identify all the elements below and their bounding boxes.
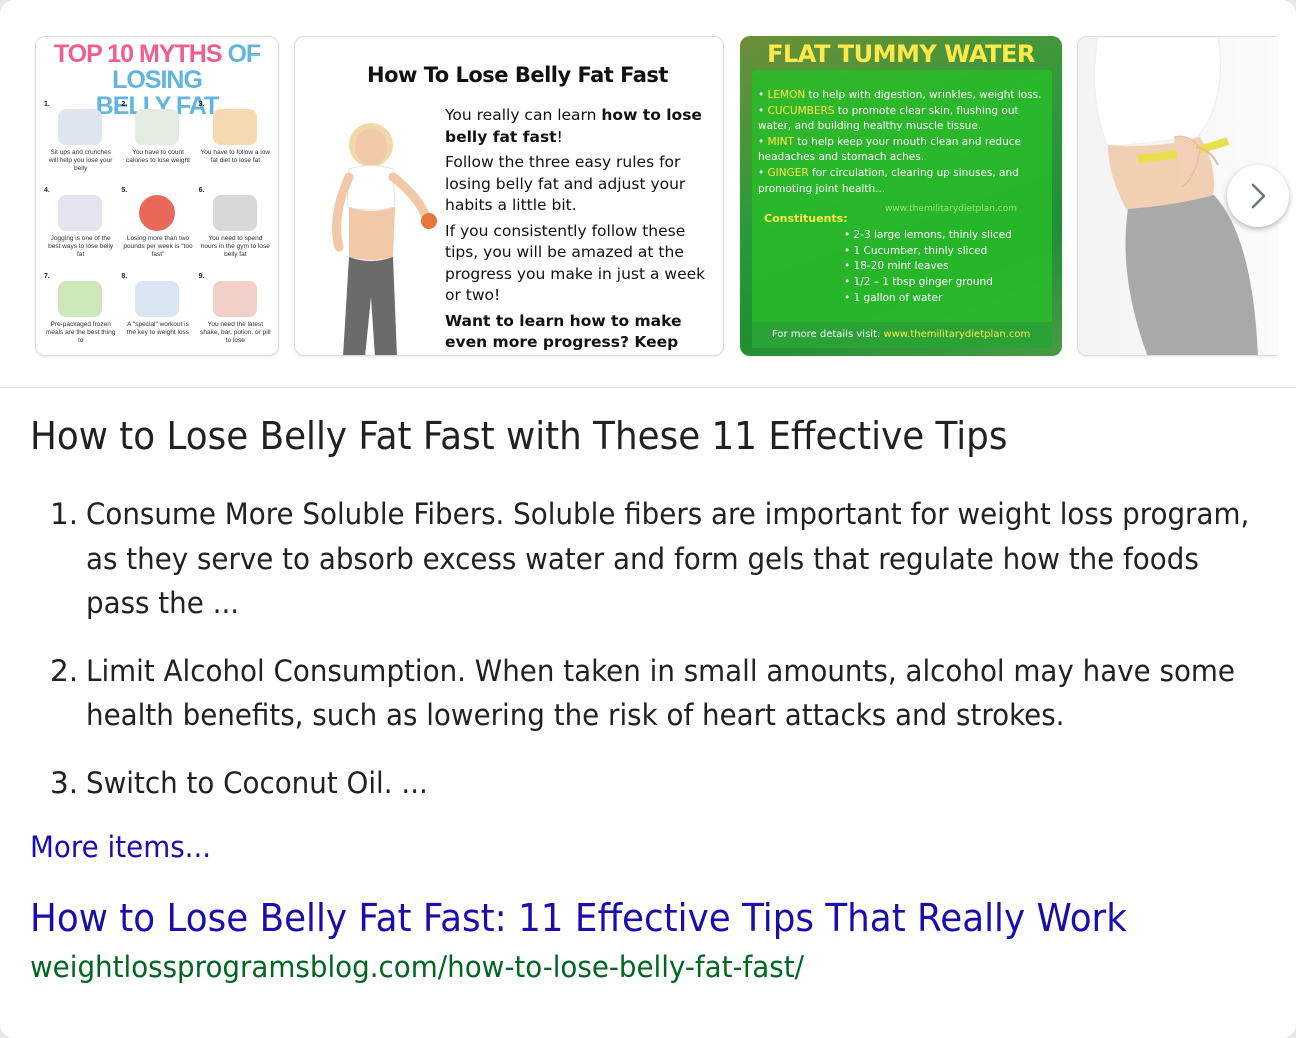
snippet-heading: How to Lose Belly Fat Fast with These 11… bbox=[30, 414, 1008, 458]
list-item-text: health benefits, such as lowering the ri… bbox=[86, 698, 1065, 732]
list-item: 1. Consume More Soluble Fibers. Soluble … bbox=[50, 492, 1280, 626]
image-text-bold: Want to learn how to make even more prog… bbox=[445, 311, 682, 356]
myth-cell: 5. Losing more than two pounds per week i… bbox=[119, 185, 196, 271]
result-url: weightlossprogramsblog.com/how-to-lose-b… bbox=[30, 950, 804, 984]
myth-caption: You have to count calories to lose weigh… bbox=[126, 149, 190, 164]
situp-illustration bbox=[58, 109, 102, 145]
myth-number: 9. bbox=[198, 273, 205, 280]
list-item-text: Limit Alcohol Consumption. When taken in… bbox=[86, 653, 1236, 688]
ingredient-item: • 1/2 – 1 tbsp ginger ground bbox=[844, 276, 993, 289]
list-number: 2. bbox=[50, 653, 79, 688]
myth-cell: 8. A "special" workout is the key to weig… bbox=[119, 271, 196, 355]
myth-cell: 7. Pre-packaged frozen meals are the best… bbox=[42, 271, 119, 355]
myth-number: 5. bbox=[121, 187, 128, 194]
footer-label: For more details visit: bbox=[772, 329, 884, 340]
myth-cell: 1. Sit ups and crunches will help you los… bbox=[42, 99, 119, 185]
myth-number: 1. bbox=[44, 101, 50, 108]
myth-number: 2. bbox=[121, 101, 128, 108]
benefit-item: • CUCUMBERS to promote clear skin, flush… bbox=[758, 104, 1019, 133]
image-footer: For more details visit: www.themilitaryd… bbox=[752, 322, 1052, 348]
ingredient-item: • 1 Cucumber, thinly sliced bbox=[844, 244, 988, 257]
list-item-text: pass the ... bbox=[86, 586, 240, 620]
image-title: FLAT TUMMY WATER bbox=[767, 40, 1035, 68]
benefits-list: • LEMON to help with digestion, wrinkles… bbox=[758, 88, 1050, 197]
myth-caption: A "special" workout is the key to weight… bbox=[126, 321, 190, 336]
image-body-text: You really can learn how to lose belly f… bbox=[445, 105, 717, 356]
pills-illustration bbox=[212, 281, 257, 317]
myth-caption: Jogging is one of the best ways to lose … bbox=[48, 235, 114, 258]
scale-illustration bbox=[135, 109, 180, 145]
list-number: 3. bbox=[50, 765, 79, 800]
ingredient-item: • 18-20 mint leaves bbox=[844, 260, 949, 273]
carousel-next-button[interactable] bbox=[1227, 165, 1289, 227]
watermark: www.themilitarydietplan.com bbox=[885, 204, 1018, 214]
meal-illustration bbox=[58, 281, 102, 317]
ingredient-item: • 1 gallon of water bbox=[844, 291, 943, 304]
carousel-image-myths[interactable]: TOP 10 MYTHS OF LOSING BELLY FAT 1. Sit u… bbox=[35, 36, 279, 356]
benefit-item: • MINT to help keep your mouth clean and… bbox=[758, 135, 1021, 164]
image-carousel: TOP 10 MYTHS OF LOSING BELLY FAT 1. Sit u… bbox=[0, 0, 1296, 388]
fruit-illustration bbox=[212, 109, 257, 145]
myth-caption: Pre-packaged frozen meals are the best t… bbox=[45, 321, 116, 344]
myths-title-part: TOP 10 bbox=[53, 40, 139, 68]
myth-caption: Sit ups and crunches will help you lose … bbox=[48, 149, 113, 172]
myth-cell: 4. Jogging is one of the best ways to los… bbox=[42, 185, 119, 271]
result-title-link[interactable]: How to Lose Belly Fat Fast: 11 Effective… bbox=[30, 896, 1127, 940]
list-item-text: as they serve to absorb excess water and… bbox=[86, 541, 1199, 576]
carousel-image-lose-belly-fat[interactable]: How To Lose Belly Fat Fast You really ca… bbox=[294, 36, 724, 356]
myth-number: 8. bbox=[121, 273, 128, 280]
more-items-link[interactable]: More items... bbox=[30, 830, 211, 864]
image-text: ! bbox=[556, 127, 563, 146]
image-title: How To Lose Belly Fat Fast bbox=[367, 63, 668, 87]
myth-cell: 6. You need to spend hours in the gym to … bbox=[197, 185, 274, 271]
image-text: If you consistently follow these tips, y… bbox=[445, 221, 706, 305]
divider bbox=[0, 387, 1296, 388]
myth-caption: You need the latest shake, bar, potion, … bbox=[200, 321, 271, 344]
myth-number: 3. bbox=[198, 101, 205, 108]
footer-link: www.themilitarydietplan.com bbox=[883, 329, 1031, 340]
list-item: 3. Switch to Coconut Oil. ... bbox=[50, 761, 1280, 806]
myth-caption: Losing more than two pounds per week is … bbox=[123, 235, 193, 258]
list-item-text: Consume More Soluble Fibers. Soluble fib… bbox=[86, 497, 1250, 531]
list-item: 2. Limit Alcohol Consumption. When taken… bbox=[50, 649, 1280, 738]
myth-number: 6. bbox=[198, 187, 205, 194]
myth-number: 4. bbox=[44, 187, 50, 194]
image-text: Follow the three easy rules for losing b… bbox=[445, 153, 686, 214]
chevron-right-icon bbox=[1251, 183, 1266, 209]
benefit-item: • LEMON to help with digestion, wrinkles… bbox=[758, 89, 1042, 101]
carousel-image-flat-tummy-water[interactable]: FLAT TUMMY WATER • LEMON to help with di… bbox=[740, 36, 1062, 356]
jogger-illustration bbox=[58, 195, 102, 231]
list-item-text: Switch to Coconut Oil. ... bbox=[86, 765, 428, 800]
myth-caption: You need to spend hours in the gym to lo… bbox=[200, 235, 270, 258]
myth-cell: 3. You have to follow a low fat diet to l… bbox=[197, 99, 274, 185]
myth-cell: 2. You have to count calories to lose wei… bbox=[119, 99, 196, 185]
myth-caption: You have to follow a low fat diet to los… bbox=[200, 149, 271, 164]
treadmill-illustration bbox=[212, 195, 257, 231]
image-text: You really can learn bbox=[445, 106, 602, 124]
myths-grid: 1. Sit ups and crunches will help you los… bbox=[42, 99, 274, 355]
myth-cell: 9. You need the latest shake, bar, potion… bbox=[197, 271, 274, 355]
two-lbs-badge bbox=[139, 195, 176, 231]
constituents-label: Constituents: bbox=[764, 212, 848, 225]
featured-snippet-card: TOP 10 MYTHS OF LOSING BELLY FAT 1. Sit u… bbox=[0, 0, 1296, 1038]
myth-number: 7. bbox=[44, 273, 50, 280]
workout-illustration bbox=[135, 281, 180, 317]
woman-figure-illustration bbox=[332, 123, 437, 355]
list-number: 1. bbox=[50, 497, 79, 531]
ingredient-item: • 2-3 large lemons, thinly sliced bbox=[844, 229, 1012, 241]
tips-list: 1. Consume More Soluble Fibers. Soluble … bbox=[50, 492, 1280, 828]
myths-title-part: MYTHS bbox=[139, 40, 228, 68]
benefit-item: • GINGER for circulation, clearing up si… bbox=[758, 166, 1019, 195]
ingredients-list: • 2-3 large lemons, thinly sliced • 1 Cu… bbox=[844, 228, 1012, 307]
